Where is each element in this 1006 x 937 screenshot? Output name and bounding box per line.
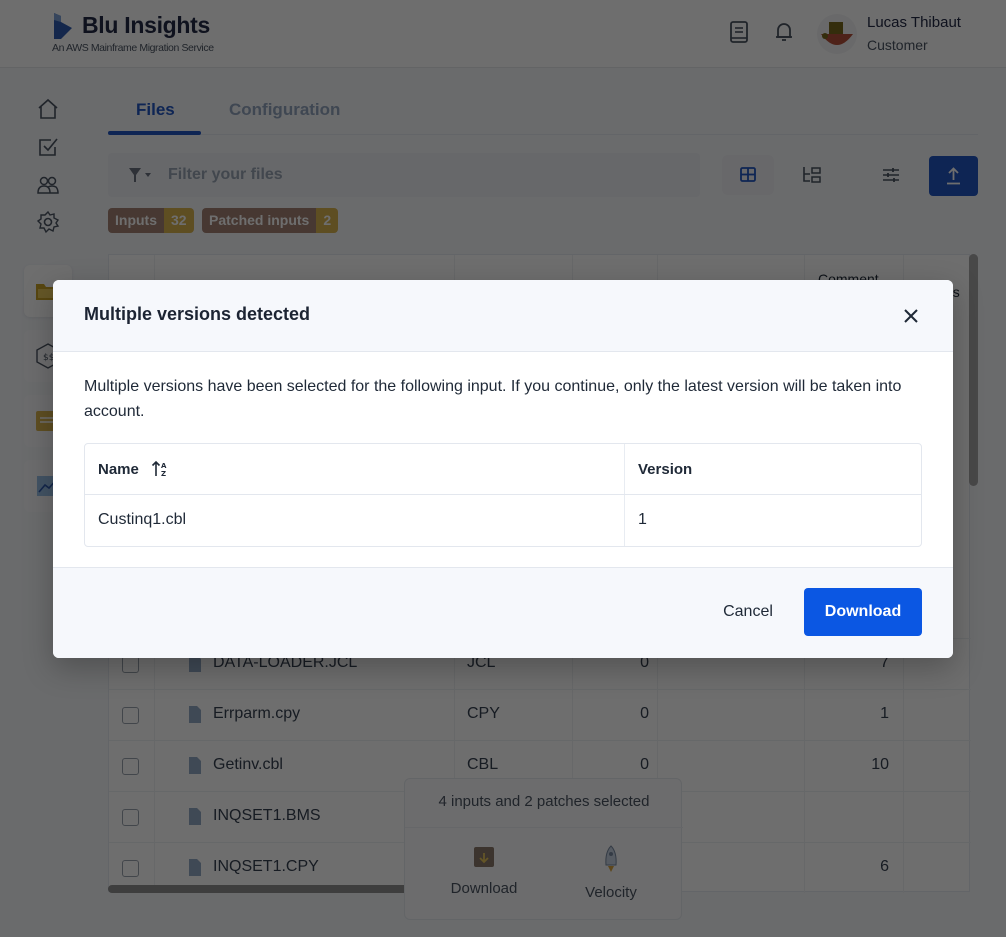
close-icon[interactable]	[899, 304, 923, 328]
versions-table-header: Name A Z Version	[85, 444, 921, 495]
dialog-footer: Cancel Download	[53, 567, 953, 658]
multiple-versions-dialog: Multiple versions detected Multiple vers…	[53, 280, 953, 658]
download-button[interactable]: Download	[804, 588, 922, 636]
svg-text:A: A	[161, 462, 167, 470]
column-header-version[interactable]: Version	[638, 461, 692, 478]
sort-ascending-icon[interactable]: A Z	[151, 459, 169, 479]
versions-table: Name A Z Version Custinq1.cbl 1	[84, 443, 922, 547]
column-header-name[interactable]: Name	[98, 461, 139, 478]
cancel-button[interactable]: Cancel	[703, 588, 793, 636]
dialog-title: Multiple versions detected	[84, 304, 311, 324]
svg-text:Z: Z	[161, 470, 166, 478]
row-version: 1	[638, 511, 647, 528]
dialog-header: Multiple versions detected	[53, 280, 953, 352]
row-name: Custinq1.cbl	[98, 511, 187, 528]
dialog-message: Multiple versions have been selected for…	[84, 378, 902, 420]
